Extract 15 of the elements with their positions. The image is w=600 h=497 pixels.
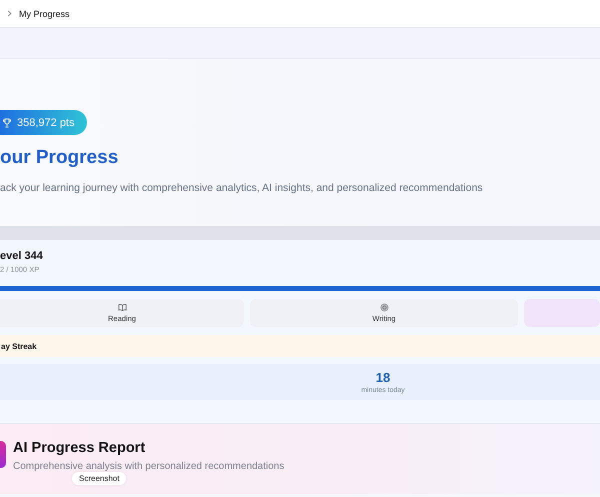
trophy-icon [2, 118, 12, 128]
breadcrumb-current: My Progress [19, 8, 70, 18]
target-icon [380, 303, 388, 312]
tooltip: Screenshot [72, 472, 126, 485]
book-icon [118, 303, 126, 312]
chevron-right-icon [6, 10, 13, 17]
page-subtitle: ack your learning journey with comprehensive analytics, AI insights, and personalized recommendations [0, 182, 484, 194]
report-title: AI Progress Report [13, 440, 146, 456]
report-subtitle: Comprehensive analysis with personalized recommendations [13, 461, 284, 472]
report-icon [0, 441, 6, 468]
streak-label: ay Streak [1, 342, 37, 350]
level-title: evel 344 [0, 249, 44, 262]
page-title: our Progress [0, 147, 120, 169]
points-badge: 358,972 pts [0, 110, 86, 135]
minutes-value: 18 [376, 370, 390, 385]
